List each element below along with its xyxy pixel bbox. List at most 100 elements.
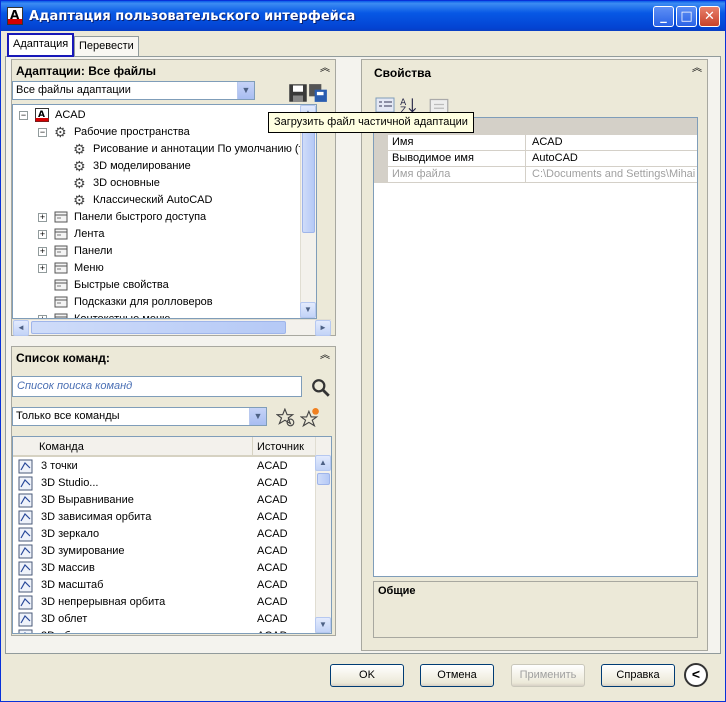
property-row-margin xyxy=(374,167,388,183)
tree-item-label: Лента xyxy=(74,228,105,240)
chevron-down-icon[interactable]: ▼ xyxy=(237,82,254,99)
tree-item-label: 3D моделирование xyxy=(93,160,191,172)
save-icon[interactable] xyxy=(288,83,308,103)
tree-item[interactable]: + Контекстные меню xyxy=(13,311,301,318)
tab-customize[interactable]: Адаптация xyxy=(7,33,75,57)
expand-icon[interactable]: + xyxy=(38,230,47,239)
tree-item[interactable]: Быстрые свойства xyxy=(13,277,301,294)
table-row[interactable]: 3D обход ACAD xyxy=(13,628,317,633)
column-header-source[interactable]: Источник xyxy=(253,437,317,457)
command-name: 3D зумирование xyxy=(41,545,125,557)
property-name: Имя xyxy=(390,135,526,150)
customization-files-dropdown[interactable]: Все файлы адаптации ▼ xyxy=(12,81,255,100)
tree-item[interactable]: ⚙ Рисование и аннотации По умолчанию (тек… xyxy=(13,141,316,158)
scroll-left-icon[interactable]: ◄ xyxy=(13,320,29,336)
tree-item[interactable]: ⚙ Классический AutoCAD xyxy=(13,192,301,209)
customization-files-value: Все файлы адаптации xyxy=(16,84,131,96)
3dmirror-icon xyxy=(18,527,33,542)
command-name: 3 точки xyxy=(41,460,78,472)
search-icon[interactable] xyxy=(311,378,331,398)
command-list-scrollbar[interactable]: ▲ ▼ xyxy=(315,437,331,633)
scroll-right-icon[interactable]: ► xyxy=(315,320,331,336)
table-row[interactable]: 3D масштаб ACAD xyxy=(13,577,317,594)
ok-button[interactable]: OK xyxy=(330,664,404,687)
scroll-down-icon[interactable]: ▼ xyxy=(300,302,316,318)
minimize-button[interactable]: _ xyxy=(653,6,674,27)
new-command-star-icon[interactable] xyxy=(300,408,320,428)
close-button[interactable]: ✕ xyxy=(699,6,720,27)
table-row[interactable]: 3D массив ACAD xyxy=(13,560,317,577)
title-bar[interactable]: A Адаптация пользовательского интерфейса… xyxy=(1,1,725,31)
command-name: 3D Studio... xyxy=(41,477,99,489)
table-row[interactable]: 3D Studio... ACAD xyxy=(13,475,317,492)
scroll-down-icon[interactable]: ▼ xyxy=(315,617,331,633)
tree-item[interactable]: − A ACAD xyxy=(13,107,301,124)
gear-icon: ⚙ xyxy=(73,141,86,157)
3point-icon xyxy=(18,459,33,474)
property-value[interactable]: ACAD xyxy=(530,135,696,150)
scroll-up-icon[interactable]: ▲ xyxy=(315,455,331,471)
tree-item[interactable]: − ⚙ Рабочие пространства xyxy=(13,124,301,141)
collapse-chevron-icon[interactable]: ︽ xyxy=(319,64,331,76)
gear-icon: ⚙ xyxy=(54,124,67,140)
tree-item[interactable]: ⚙ 3D основные xyxy=(13,175,301,192)
tree-vertical-scrollbar[interactable]: ▲ ▼ xyxy=(300,105,316,318)
tree-horizontal-scrollbar[interactable]: ◄ ► xyxy=(13,319,331,336)
scroll-thumb[interactable] xyxy=(302,123,315,233)
shortcut-menu-icon xyxy=(54,312,68,318)
chevron-down-icon[interactable]: ▼ xyxy=(249,408,266,425)
command-name: 3D обход xyxy=(41,628,88,633)
expand-icon[interactable]: + xyxy=(38,213,47,222)
table-row[interactable]: 3D Выравнивание ACAD xyxy=(13,492,317,509)
help-button[interactable]: Справка xyxy=(601,664,675,687)
apply-button[interactable]: Применить xyxy=(511,664,585,687)
command-filter-dropdown[interactable]: Только все команды ▼ xyxy=(12,407,267,426)
collapse-chevron-icon[interactable]: ︽ xyxy=(691,64,703,76)
tree-item[interactable]: + Панели xyxy=(13,243,301,260)
table-row[interactable]: 3D непрерывная орбита ACAD xyxy=(13,594,317,611)
command-list-title: Список команд: xyxy=(16,351,110,365)
table-row[interactable]: 3 точки ACAD xyxy=(13,458,317,475)
tree-item[interactable]: ⚙ 3D моделирование xyxy=(13,158,301,175)
property-value: C:\Documents and Settings\Mihail\ xyxy=(532,168,696,180)
save-as-icon[interactable] xyxy=(308,83,328,103)
table-row[interactable]: 3D зеркало ACAD xyxy=(13,526,317,543)
property-row[interactable]: Имя ACAD xyxy=(374,135,697,151)
expand-icon[interactable]: + xyxy=(38,264,47,273)
command-list[interactable]: Команда Источник 3 точки ACAD 3D Studio...… xyxy=(12,436,332,634)
customization-tree[interactable]: − A ACAD − ⚙ Рабочие пространства ⚙ Рисование и… xyxy=(12,104,317,319)
command-source: ACAD xyxy=(257,528,288,540)
tree-item[interactable]: + Панели быстрого доступа xyxy=(13,209,301,226)
expand-icon[interactable]: + xyxy=(38,247,47,256)
tree-item[interactable]: + Лента xyxy=(13,226,301,243)
tree-item[interactable]: + Меню xyxy=(13,260,301,277)
menu-icon xyxy=(54,261,68,275)
quick-properties-icon xyxy=(54,278,68,292)
gear-icon: ⚙ xyxy=(73,192,86,208)
tab-transfer[interactable]: Перевести xyxy=(74,36,139,56)
collapse-icon[interactable]: − xyxy=(38,128,47,137)
command-search-input[interactable]: Список поиска команд xyxy=(12,376,302,397)
table-row[interactable]: 3D зависимая орбита ACAD xyxy=(13,509,317,526)
property-row-margin xyxy=(374,151,388,167)
collapse-chevron-icon[interactable]: ︽ xyxy=(319,351,331,363)
scroll-thumb[interactable] xyxy=(317,473,330,485)
scroll-thumb[interactable] xyxy=(31,321,286,334)
collapse-left-icon[interactable]: < xyxy=(684,663,708,687)
command-source: ACAD xyxy=(257,460,288,472)
property-row[interactable]: Выводимое имя AutoCAD xyxy=(374,151,697,167)
tree-item[interactable]: Подсказки для ролловеров xyxy=(13,294,301,311)
find-star-icon[interactable] xyxy=(276,408,296,428)
property-value[interactable]: AutoCAD xyxy=(530,151,696,166)
property-grid[interactable]: Имя ACAD Выводимое имя AutoCAD Имя файла C:\D… xyxy=(373,117,698,577)
table-row[interactable]: 3D облет ACAD xyxy=(13,611,317,628)
command-source: ACAD xyxy=(257,545,288,557)
property-row[interactable]: Имя файла C:\Documents and Settings\Mihai… xyxy=(374,167,697,183)
acad-icon: A xyxy=(35,108,49,122)
table-row[interactable]: 3D зумирование ACAD xyxy=(13,543,317,560)
cancel-button[interactable]: Отмена xyxy=(420,664,494,687)
column-header-command[interactable]: Команда xyxy=(13,437,253,457)
maximize-button[interactable]: □ xyxy=(676,6,697,27)
toolbar-icon xyxy=(54,210,68,224)
collapse-icon[interactable]: − xyxy=(19,111,28,120)
